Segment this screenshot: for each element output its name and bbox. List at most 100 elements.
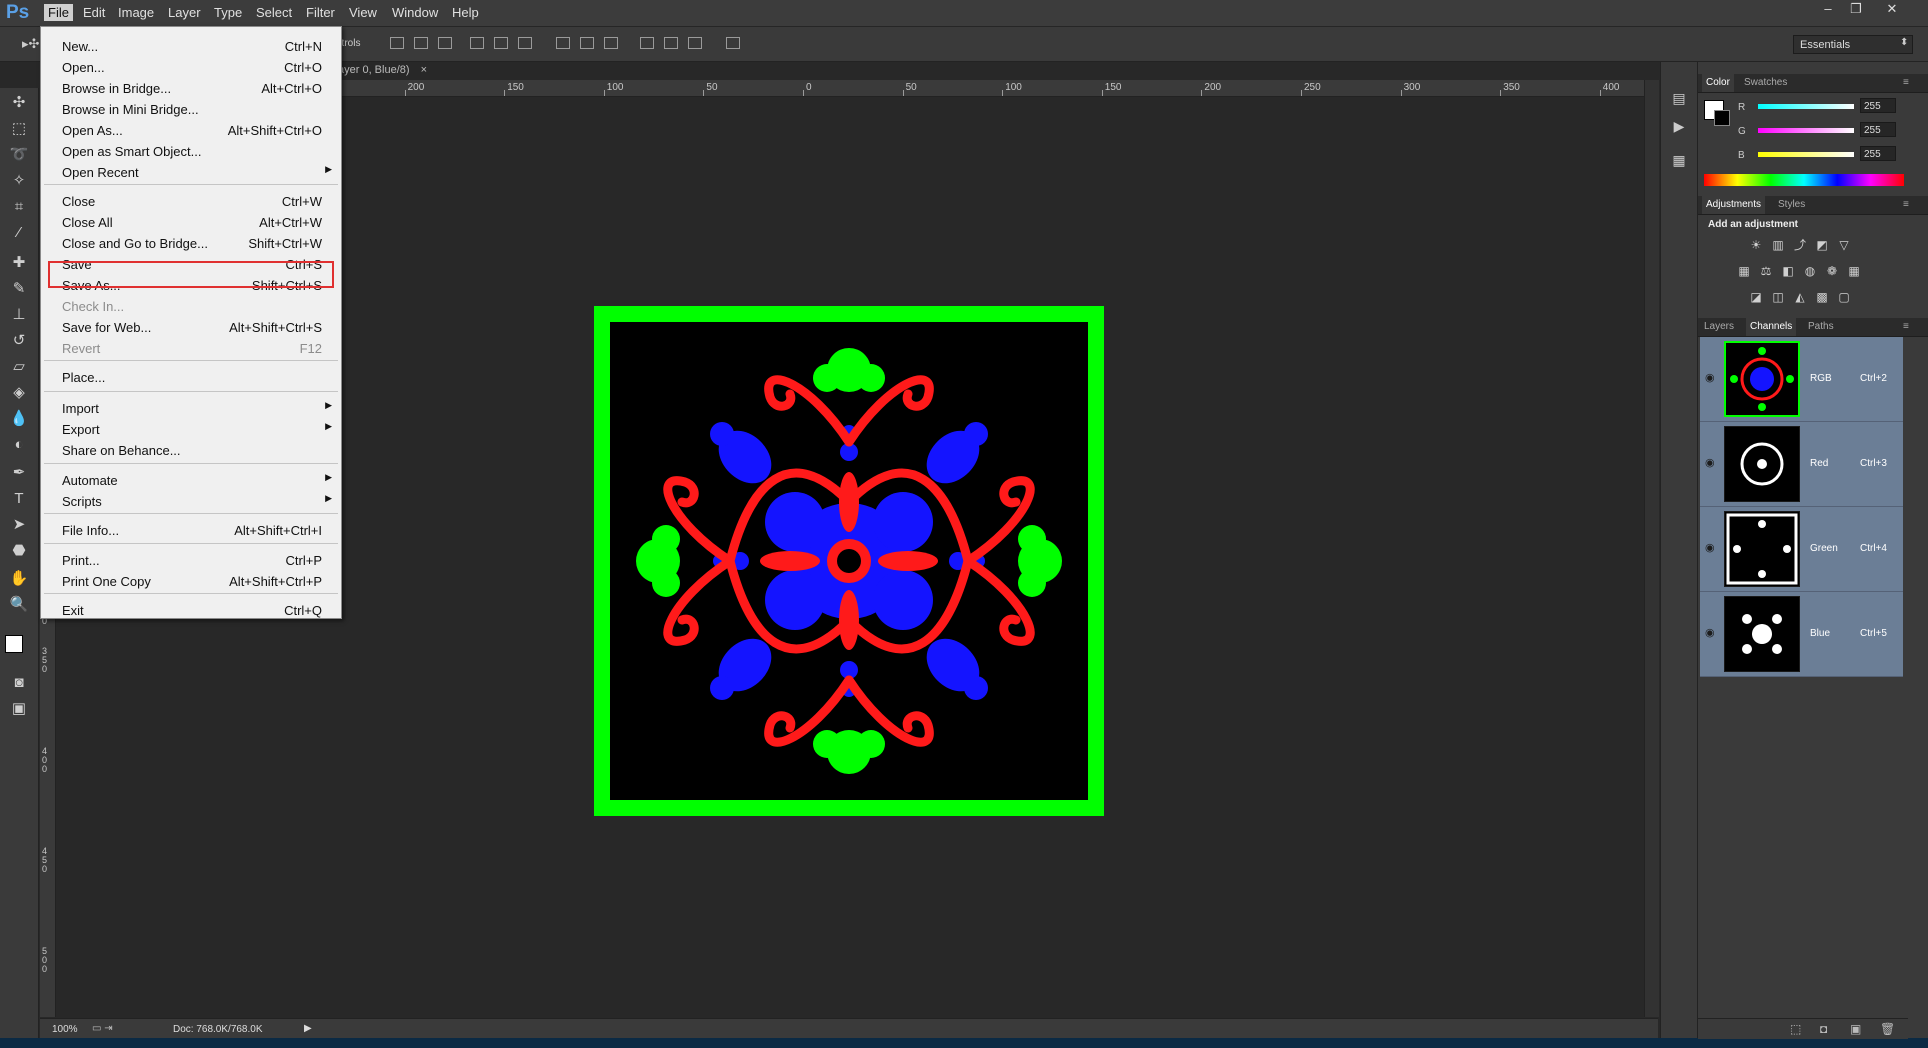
crop-tool-icon[interactable]: ⌗: [9, 198, 29, 216]
document-tab-close-icon[interactable]: ×: [421, 64, 427, 76]
restore-button[interactable]: ❐: [1842, 1, 1870, 19]
blur-tool-icon[interactable]: 💧: [9, 410, 29, 428]
zoom-tool-icon[interactable]: 🔍: [9, 596, 29, 614]
channel-row-green[interactable]: ◉ Green Ctrl+4: [1700, 507, 1903, 592]
curves-icon[interactable]: ⤴: [1792, 238, 1808, 252]
paint-bucket-icon[interactable]: ◈: [9, 384, 29, 402]
menu-edit[interactable]: Edit: [83, 5, 105, 20]
menu-type[interactable]: Type: [214, 5, 242, 20]
stamp-tool-icon[interactable]: ⊥: [9, 306, 29, 324]
type-tool-icon[interactable]: T: [9, 490, 29, 508]
screen-mode-icon[interactable]: ▣: [9, 700, 29, 718]
distribute-vcenter-icon[interactable]: [580, 37, 594, 49]
r-value[interactable]: 255: [1860, 98, 1896, 113]
tab-channels[interactable]: Channels: [1746, 318, 1797, 336]
menu-item-file-info[interactable]: File Info... Alt+Shift+Ctrl+I: [42, 520, 340, 540]
menu-item-new[interactable]: New... Ctrl+N: [42, 36, 340, 56]
magic-wand-icon[interactable]: ✧: [9, 172, 29, 190]
align-hcenter-icon[interactable]: [494, 37, 508, 49]
menu-layer[interactable]: Layer: [168, 5, 201, 20]
menu-item-browse-in-bridge[interactable]: Browse in Bridge... Alt+Ctrl+O: [42, 78, 340, 98]
menu-view[interactable]: View: [349, 5, 377, 20]
color-balance-icon[interactable]: ⚖: [1758, 264, 1774, 278]
menu-window[interactable]: Window: [392, 5, 438, 20]
move-tool-icon[interactable]: ✣: [9, 94, 29, 112]
eyedropper-icon[interactable]: ⁄: [9, 224, 29, 242]
selective-color-icon[interactable]: ▢: [1836, 290, 1852, 304]
channel-row-rgb[interactable]: ◉ RGB Ctrl+2: [1700, 337, 1903, 422]
b-slider[interactable]: [1758, 152, 1854, 157]
tab-color[interactable]: Color: [1702, 74, 1734, 92]
exposure-icon[interactable]: ◩: [1814, 238, 1830, 252]
move-tool-option-icon[interactable]: ▸✣: [22, 36, 39, 52]
color-spectrum-bar[interactable]: [1704, 174, 1904, 186]
menu-item-scripts[interactable]: Scripts ▶: [42, 491, 340, 511]
tab-styles[interactable]: Styles: [1778, 199, 1805, 210]
threshold-icon[interactable]: ◭: [1792, 290, 1808, 304]
status-icons[interactable]: ▭ ⇥: [92, 1023, 113, 1034]
menu-item-place[interactable]: Place...: [42, 367, 340, 387]
menu-item-open-as-smart-object[interactable]: Open as Smart Object...: [42, 141, 340, 161]
r-slider[interactable]: [1758, 104, 1854, 109]
distribute-left-icon[interactable]: [640, 37, 654, 49]
menu-item-print[interactable]: Print... Ctrl+P: [42, 550, 340, 570]
g-slider[interactable]: [1758, 128, 1854, 133]
color-panel-background[interactable]: [1714, 110, 1730, 126]
visibility-eye-icon[interactable]: ◉: [1705, 456, 1719, 469]
gradient-map-icon[interactable]: ▩: [1814, 290, 1830, 304]
levels-icon[interactable]: ▥: [1770, 238, 1786, 252]
properties-icon[interactable]: ▦: [1670, 152, 1688, 170]
document-image[interactable]: [594, 306, 1104, 816]
visibility-eye-icon[interactable]: ◉: [1705, 541, 1719, 554]
menu-item-export[interactable]: Export ▶: [42, 419, 340, 439]
healing-brush-icon[interactable]: ✚: [9, 254, 29, 272]
align-bottom-icon[interactable]: [438, 37, 452, 49]
menu-item-import[interactable]: Import ▶: [42, 398, 340, 418]
hand-tool-icon[interactable]: ✋: [9, 570, 29, 588]
visibility-eye-icon[interactable]: ◉: [1705, 626, 1719, 639]
tab-layers[interactable]: Layers: [1704, 321, 1734, 332]
workspace-select[interactable]: Essentials: [1793, 35, 1913, 54]
shape-tool-icon[interactable]: ⬣: [9, 542, 29, 560]
menu-item-share-on-behance[interactable]: Share on Behance...: [42, 440, 340, 460]
black-white-icon[interactable]: ◧: [1780, 264, 1796, 278]
path-select-icon[interactable]: ➤: [9, 516, 29, 534]
visibility-eye-icon[interactable]: ◉: [1705, 371, 1719, 384]
distribute-bottom-icon[interactable]: [604, 37, 618, 49]
menu-item-open-as[interactable]: Open As... Alt+Shift+Ctrl+O: [42, 120, 340, 140]
load-selection-icon[interactable]: ⬚: [1790, 1022, 1801, 1036]
tab-paths[interactable]: Paths: [1808, 321, 1834, 332]
menu-item-close-and-go-to-bridge[interactable]: Close and Go to Bridge... Shift+Ctrl+W: [42, 233, 340, 253]
photo-filter-icon[interactable]: ◍: [1802, 264, 1818, 278]
posterize-icon[interactable]: ◫: [1770, 290, 1786, 304]
actions-play-icon[interactable]: ▶: [1670, 118, 1688, 136]
align-vcenter-icon[interactable]: [414, 37, 428, 49]
vertical-scrollbar[interactable]: [1644, 80, 1659, 1017]
delete-channel-icon[interactable]: 🗑: [1880, 1022, 1895, 1036]
pen-tool-icon[interactable]: ✒: [9, 464, 29, 482]
lasso-tool-icon[interactable]: ➰: [9, 146, 29, 164]
workspace-dropdown-icon[interactable]: ⬍: [1900, 37, 1908, 48]
history-icon[interactable]: ▤: [1670, 90, 1688, 108]
g-value[interactable]: 255: [1860, 122, 1896, 137]
channel-row-red[interactable]: ◉ Red Ctrl+3: [1700, 422, 1903, 507]
menu-item-open-recent[interactable]: Open Recent ▶: [42, 162, 340, 182]
close-window-button[interactable]: ✕: [1878, 1, 1906, 19]
invert-icon[interactable]: ◪: [1748, 290, 1764, 304]
status-menu-arrow-icon[interactable]: ▶: [304, 1023, 312, 1034]
minimize-button[interactable]: –: [1814, 1, 1842, 19]
menu-file[interactable]: File: [44, 4, 73, 21]
marquee-tool-icon[interactable]: ⬚: [9, 120, 29, 138]
new-channel-icon[interactable]: ▣: [1850, 1022, 1861, 1036]
tab-swatches[interactable]: Swatches: [1744, 77, 1787, 88]
panel-menu-icon[interactable]: ≡: [1903, 321, 1909, 332]
menu-item-browse-in-mini-bridge[interactable]: Browse in Mini Bridge...: [42, 99, 340, 119]
history-brush-icon[interactable]: ↺: [9, 332, 29, 350]
dodge-tool-icon[interactable]: ◐: [9, 436, 29, 454]
panel-menu-icon[interactable]: ≡: [1903, 77, 1909, 88]
menu-select[interactable]: Select: [256, 5, 292, 20]
menu-item-exit[interactable]: Exit Ctrl+Q: [42, 600, 340, 620]
vibrance-icon[interactable]: ▽: [1836, 238, 1852, 252]
menu-item-save-for-web[interactable]: Save for Web... Alt+Shift+Ctrl+S: [42, 317, 340, 337]
distribute-right-icon[interactable]: [688, 37, 702, 49]
